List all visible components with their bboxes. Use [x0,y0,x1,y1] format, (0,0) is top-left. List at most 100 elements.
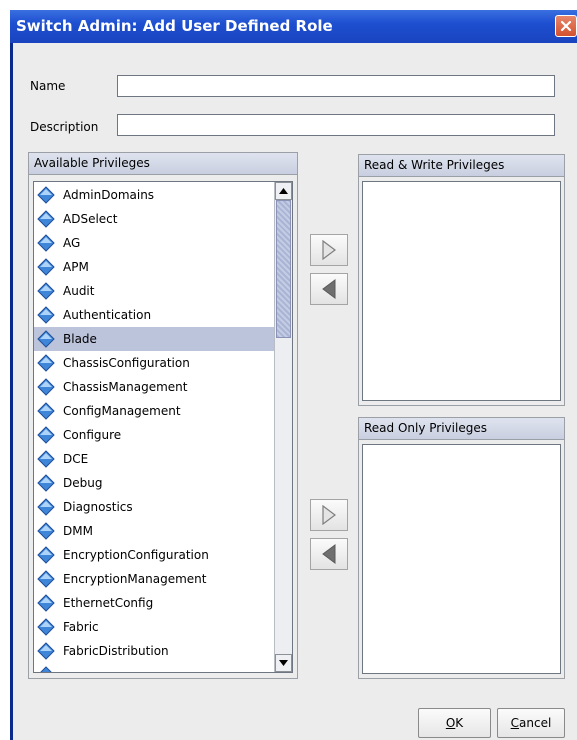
available-privileges-list[interactable]: AdminDomains ADSelect AG APM Audit Authentica… [33,181,293,673]
list-item-label: Blade [63,332,97,346]
read-only-privileges-panel: Read Only Privileges [358,417,565,679]
list-item[interactable]: Authentication [34,303,275,327]
list-item-label: Authentication [63,308,152,322]
add-read-write-button[interactable] [310,234,348,266]
list-item[interactable]: Audit [34,279,275,303]
dialog-body: Name Description Available Privileges Ad… [13,43,577,740]
close-button[interactable] [555,15,577,37]
privilege-diamond-icon [37,522,55,540]
privilege-diamond-icon [37,594,55,612]
list-item[interactable]: Configure [34,423,275,447]
scroll-down-button[interactable] [275,654,292,672]
list-item[interactable]: AdminDomains [34,183,275,207]
list-item[interactable]: FabricDistribution [34,639,275,663]
description-label: Description [30,120,99,134]
ok-button[interactable]: OK [418,708,491,738]
dialog-title: Switch Admin: Add User Defined Role [16,17,333,35]
list-item[interactable]: AG [34,231,275,255]
list-item-label: APM [63,260,89,274]
list-item-label: Audit [63,284,95,298]
description-field[interactable] [117,114,555,136]
chevron-down-icon [279,660,288,666]
remove-read-only-button[interactable] [310,538,348,570]
arrow-right-icon [322,240,336,260]
privilege-diamond-icon [37,330,55,348]
list-item[interactable]: APM [34,255,275,279]
list-item-label: DCE [63,452,89,466]
list-item-label: ChassisConfiguration [63,356,190,370]
cancel-mnemonic: C [510,716,520,730]
list-item[interactable]: ChassisConfiguration [34,351,275,375]
list-item-label: Fabric [63,620,99,634]
list-item-label: EncryptionManagement [63,572,207,586]
list-item[interactable]: Fabric [34,615,275,639]
list-item-label: ChassisManagement [63,380,188,394]
read-only-privileges-header: Read Only Privileges [359,418,564,440]
list-item[interactable]: ADSelect [34,207,275,231]
read-write-privileges-panel: Read & Write Privileges [358,154,565,406]
list-item-label: FabricDistribution [63,644,169,658]
list-item[interactable]: DCE [34,447,275,471]
privilege-diamond-icon [37,306,55,324]
read-only-privileges-list[interactable] [362,444,561,674]
privilege-diamond-icon [37,642,55,660]
privilege-diamond-icon [37,210,55,228]
list-item[interactable]: DMM [34,519,275,543]
privilege-diamond-icon [37,402,55,420]
available-list-scrollbar[interactable] [274,182,292,672]
privilege-diamond-icon [37,498,55,516]
dialog-window: Switch Admin: Add User Defined Role Name… [10,10,577,740]
arrow-left-icon [322,279,336,299]
privilege-diamond-icon [37,426,55,444]
list-item[interactable]: ConfigManagement [34,399,275,423]
privilege-diamond-icon [37,354,55,372]
privilege-diamond-icon [37,450,55,468]
cancel-button[interactable]: Cancel [497,708,565,738]
ok-label-rest: K [455,716,464,730]
cancel-label-rest: ancel [519,716,552,730]
privilege-diamond-icon [37,234,55,252]
list-item-label: EthernetConfig [63,596,154,610]
list-item-label: Configure [63,428,122,442]
list-item-label: DMM [63,524,93,538]
list-item[interactable]: EncryptionManagement [34,567,275,591]
add-read-only-button[interactable] [310,499,348,531]
list-item-label: Debug [63,476,103,490]
list-item-label: AG [63,236,81,250]
arrow-right-icon [322,505,336,525]
privilege-diamond-icon [40,666,52,672]
privilege-diamond-icon [37,282,55,300]
list-item-label: EncryptionConfiguration [63,548,209,562]
list-item-partial [34,663,275,672]
close-icon [560,20,572,32]
list-item[interactable]: EthernetConfig [34,591,275,615]
list-item-label: ADSelect [63,212,118,226]
scroll-up-button[interactable] [275,182,292,200]
chevron-up-icon [279,188,288,194]
available-privileges-header: Available Privileges [29,153,297,175]
privilege-diamond-icon [37,474,55,492]
list-item[interactable]: Diagnostics [34,495,275,519]
privilege-diamond-icon [37,618,55,636]
arrow-left-icon [322,544,336,564]
remove-read-write-button[interactable] [310,273,348,305]
read-write-privileges-header: Read & Write Privileges [359,155,564,177]
list-item[interactable]: Blade [34,327,275,351]
name-label: Name [30,79,66,93]
privilege-diamond-icon [37,186,55,204]
privilege-diamond-icon [37,258,55,276]
title-bar[interactable]: Switch Admin: Add User Defined Role [10,10,577,43]
list-item[interactable]: Debug [34,471,275,495]
list-item-label: AdminDomains [63,188,155,202]
scroll-thumb[interactable] [276,200,291,338]
list-item[interactable]: ChassisManagement [34,375,275,399]
list-item-label: Diagnostics [63,500,133,514]
list-item-label: ConfigManagement [63,404,181,418]
read-write-privileges-list[interactable] [362,181,561,401]
privilege-diamond-icon [37,570,55,588]
name-field[interactable] [117,75,555,97]
ok-mnemonic: O [445,716,456,730]
privilege-diamond-icon [37,378,55,396]
list-item[interactable]: EncryptionConfiguration [34,543,275,567]
privilege-diamond-icon [37,546,55,564]
